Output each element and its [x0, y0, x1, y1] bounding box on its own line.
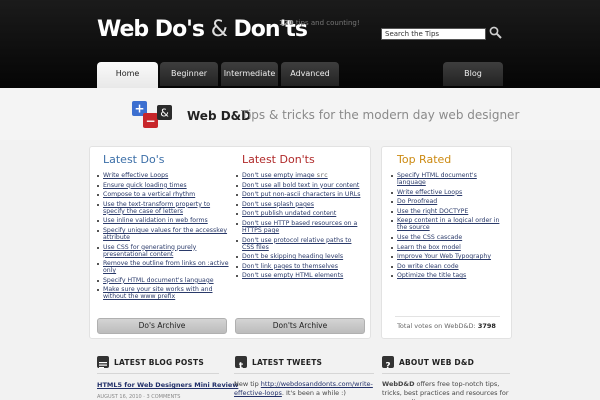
tab-advanced[interactable]: Advanced	[281, 62, 339, 86]
mark-amp: &	[160, 107, 169, 120]
list-item[interactable]: Use the CSS cascade	[391, 234, 506, 241]
question-icon: ?	[382, 356, 394, 372]
total-votes-label: Total votes on WebD&D:	[397, 322, 476, 330]
tab-home[interactable]: Home	[97, 62, 158, 88]
total-votes: Total votes on WebD&D: 3798	[383, 322, 510, 330]
list-item[interactable]: Ensure quick loading times	[97, 182, 229, 189]
list-item[interactable]: Don't publish undated content	[236, 210, 364, 217]
about-title: ABOUT WEB D&D	[399, 358, 475, 367]
list-item[interactable]: Optimize the title tags	[391, 272, 506, 279]
list-item[interactable]: Make sure your site works with and witho…	[97, 286, 229, 300]
mark-plus: +	[134, 102, 144, 116]
list-item[interactable]: Do Proofread	[391, 198, 506, 205]
blog-divider	[97, 373, 219, 374]
tab-intermediate[interactable]: Intermediate	[221, 62, 278, 86]
list-item[interactable]: Learn the box model	[391, 244, 506, 251]
list-item[interactable]: Don't put non-ascii characters in URLs	[236, 191, 364, 198]
list-item[interactable]: Remove the outline from links on :active…	[97, 260, 229, 274]
about-brand: WebD&D	[382, 380, 415, 388]
top-rated-title: Top Rated	[397, 153, 452, 166]
top-rated-list: Specify HTML document's language Write e…	[391, 172, 506, 282]
list-item[interactable]: Keep content in a logical order in the s…	[391, 217, 506, 231]
tweet-prefix: New tip	[234, 380, 261, 388]
list-item[interactable]: Don't use empty image src	[236, 172, 364, 179]
list-item-text: Don't use empty image	[242, 172, 317, 179]
votes-divider	[395, 316, 500, 317]
latest-dos-title: Latest Do's	[103, 153, 165, 166]
about-divider	[382, 373, 510, 374]
list-item[interactable]: Compose to a vertical rhythm	[97, 191, 229, 198]
tweet-suffix: . It's been a while :)	[281, 389, 346, 397]
list-item[interactable]: Don't link pages to themselves	[236, 263, 364, 270]
tab-blog[interactable]: Blog	[443, 62, 503, 86]
site-logo[interactable]: Web Do's & Don'ts	[97, 17, 308, 42]
latest-dos-list: Write effective Loops Ensure quick loadi…	[97, 172, 229, 303]
list-item[interactable]: Improve Your Web Typography	[391, 253, 506, 260]
list-item[interactable]: Don't use all bold text in your content	[236, 182, 364, 189]
hero-tagline: Tips & tricks for the modern day web des…	[241, 108, 520, 122]
mark-minus: −	[145, 114, 155, 128]
list-item[interactable]: Don't use empty HTML elements	[236, 272, 364, 279]
list-item[interactable]: Write effective Loops	[391, 189, 506, 196]
about-text: WebD&D offers free top-notch tips, trick…	[382, 380, 510, 400]
total-votes-count: 3798	[477, 322, 496, 330]
tweets-divider	[234, 373, 374, 374]
blog-icon	[97, 356, 109, 369]
list-item[interactable]: Write effective Loops	[97, 172, 229, 179]
list-item[interactable]: Don't use protocol relative paths to CSS…	[236, 237, 364, 251]
dos-archive-button[interactable]: Do's Archive	[97, 318, 227, 334]
list-item[interactable]: Use CSS for generating purely presentati…	[97, 244, 229, 258]
logo-mark-icon: + − &	[132, 101, 172, 128]
donts-archive-button[interactable]: Don'ts Archive	[235, 318, 365, 334]
search-input[interactable]: Search the Tips	[381, 28, 486, 40]
search-icon[interactable]	[489, 26, 502, 39]
latest-tweets-title: LATEST TWEETS	[252, 358, 323, 367]
tip-counter: 120 tips and counting!	[279, 19, 360, 27]
latest-blog-posts-title: LATEST BLOG POSTS	[114, 358, 204, 367]
list-item[interactable]: Use inline validation in web forms	[97, 217, 229, 224]
latest-donts-list: Don't use empty image src Don't use all …	[236, 172, 364, 282]
list-item[interactable]: Specify HTML document's language	[391, 172, 506, 186]
tip-count: 120	[279, 19, 294, 27]
list-item[interactable]: Specify HTML document's language	[97, 277, 229, 284]
list-item[interactable]: Use the text-transform property to speci…	[97, 201, 229, 215]
blog-post-meta: AUGUST 16, 2010 · 3 COMMENTS	[97, 394, 181, 400]
list-item[interactable]: Use the right DOCTYPE	[391, 208, 506, 215]
twitter-icon: t	[235, 356, 247, 372]
latest-donts-title: Latest Don'ts	[242, 153, 315, 166]
logo-amp: &	[210, 17, 228, 42]
blog-post-link[interactable]: HTML5 for Web Designers Mini Review	[97, 381, 238, 389]
svg-text:t: t	[239, 362, 244, 372]
list-item[interactable]: Specify unique values for the accesskey …	[97, 227, 229, 241]
list-item[interactable]: Don't use splash pages	[236, 201, 364, 208]
list-item[interactable]: Don't be skipping heading levels	[236, 253, 364, 260]
tab-beginner[interactable]: Beginner	[160, 62, 218, 86]
tweet-item: New tip http://webdosanddonts.com/write-…	[234, 380, 374, 398]
list-item[interactable]: Do write clean code	[391, 263, 506, 270]
svg-text:?: ?	[385, 362, 390, 372]
logo-dos: Web Do's	[97, 17, 205, 42]
list-item-code: src	[316, 172, 328, 179]
tip-count-label: tips and counting!	[295, 19, 360, 27]
list-item[interactable]: Don't use HTTP based resources on a HTTP…	[236, 220, 364, 234]
